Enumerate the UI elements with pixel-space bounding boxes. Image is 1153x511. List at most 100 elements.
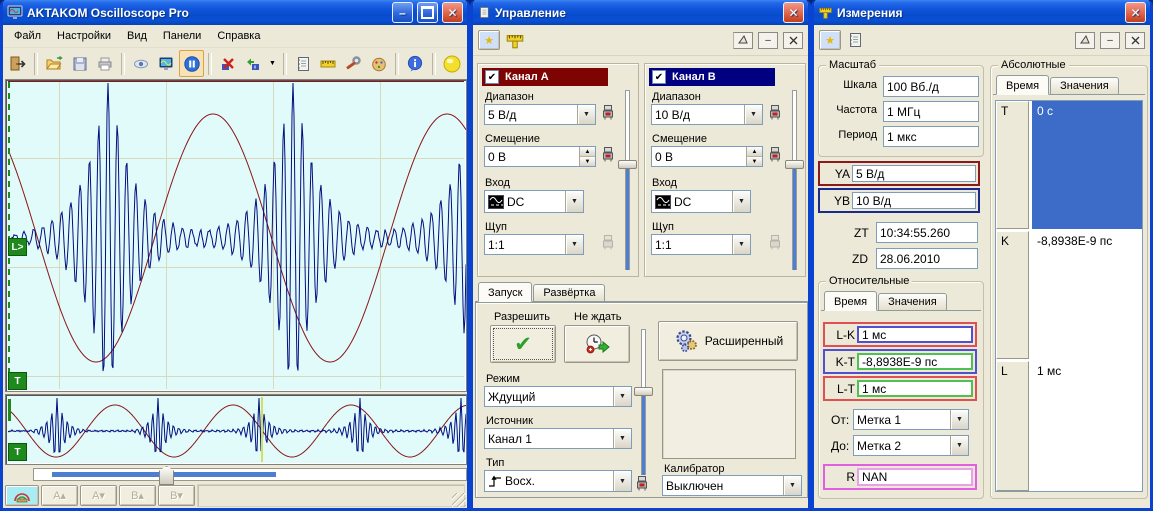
journal-button[interactable] <box>291 50 315 77</box>
pin-panel-button[interactable]: ★ <box>478 30 500 50</box>
absolute-tab-values[interactable]: Значения <box>1050 77 1119 94</box>
menu-panels[interactable]: Панели <box>156 28 208 44</box>
type-combo[interactable]: Восх. ▼ <box>484 470 632 492</box>
tab-sweep[interactable]: Развёртка <box>533 284 605 301</box>
palette-button[interactable] <box>367 50 391 77</box>
offset-auto-icon[interactable] <box>601 146 615 163</box>
add-marker-button[interactable] <box>241 50 265 77</box>
exit-button[interactable] <box>6 50 30 77</box>
left-edge-cursor[interactable] <box>8 82 10 389</box>
row-t-value[interactable]: 0 с <box>1032 101 1142 229</box>
add-marker-dropdown[interactable]: ▼ <box>266 50 279 77</box>
extended-trigger-button[interactable]: Расширенный <box>658 321 798 361</box>
period-value-field[interactable]: 1 мкс <box>883 126 979 147</box>
open-button[interactable] <box>42 50 66 77</box>
panel-float-button[interactable] <box>1075 32 1095 49</box>
nowait-button[interactable] <box>564 325 630 363</box>
delete-marker-button[interactable] <box>216 50 240 77</box>
channel-b-range-combo[interactable]: 10 В/д▼ <box>651 104 763 125</box>
pin-panel-button[interactable]: ★ <box>819 30 841 50</box>
dropdown-icon[interactable]: ▼ <box>744 105 762 124</box>
channel-b-checkbox[interactable]: ✔ <box>652 70 666 84</box>
offset-spinner[interactable]: ▲▼ <box>579 147 595 166</box>
trigger-auto-icon[interactable] <box>635 475 649 492</box>
from-combo[interactable]: Метка 1▼ <box>853 409 969 430</box>
measure-link-button[interactable] <box>505 30 525 50</box>
control-titlebar[interactable]: Управление ✕ <box>473 0 808 25</box>
dropdown-icon[interactable]: ▼ <box>565 235 583 254</box>
panel-close-button[interactable] <box>783 32 803 49</box>
tab-start[interactable]: Запуск <box>478 282 532 302</box>
dropdown-icon[interactable]: ▼ <box>613 471 631 491</box>
channel-a-up-button[interactable]: A▴ <box>41 485 78 506</box>
menu-help[interactable]: Справка <box>210 28 267 44</box>
screen-button[interactable] <box>154 50 178 77</box>
panel-minimize-button[interactable]: – <box>758 32 778 49</box>
measure-panel-button[interactable] <box>316 50 340 77</box>
offset-auto-icon[interactable] <box>768 146 782 163</box>
row-l-value[interactable]: 1 мс <box>1032 361 1142 491</box>
dropdown-icon[interactable]: ▼ <box>613 387 631 406</box>
channel-a-checkbox[interactable]: ✔ <box>485 70 499 84</box>
channel-b-up-button[interactable]: B▴ <box>119 485 156 506</box>
channel-a-offset-field[interactable]: 0 В ▲▼ <box>484 146 596 167</box>
trigger-t-badge-preview[interactable]: T <box>8 443 27 461</box>
channel-b-offset-field[interactable]: 0 В ▲▼ <box>651 146 763 167</box>
range-auto-icon[interactable] <box>601 104 615 121</box>
close-button[interactable]: ✕ <box>442 2 463 23</box>
minimize-button[interactable]: – <box>392 2 413 23</box>
scroll-track[interactable] <box>33 468 467 481</box>
scale-value-field[interactable]: 100 Вб./д <box>883 76 979 97</box>
dropdown-icon[interactable]: ▼ <box>950 410 968 429</box>
palette-status-button[interactable] <box>5 485 39 506</box>
print-button[interactable] <box>93 50 117 77</box>
trigger-level-slider-thumb[interactable] <box>634 387 653 396</box>
channel-a-input-combo[interactable]: DC ▼ <box>484 190 584 213</box>
journal-link-button[interactable] <box>846 31 864 49</box>
mode-combo[interactable]: Ждущий▼ <box>484 386 632 407</box>
main-titlebar[interactable]: AKTAKOM Oscilloscope Pro – ✕ <box>3 0 467 25</box>
panel-minimize-button[interactable]: – <box>1100 32 1120 49</box>
dropdown-icon[interactable]: ▼ <box>613 429 631 448</box>
to-combo[interactable]: Метка 2▼ <box>853 435 969 456</box>
zd-value-field[interactable]: 28.06.2010 <box>876 248 978 269</box>
calibrator-combo[interactable]: Выключен▼ <box>662 475 802 496</box>
tools-button[interactable] <box>341 50 365 77</box>
relative-tab-time[interactable]: Время <box>824 291 877 311</box>
trigger-t-badge-main[interactable]: T <box>8 372 27 390</box>
scope-main-display[interactable]: L> T <box>5 79 467 392</box>
frequency-value-field[interactable]: 1 МГц <box>883 101 979 122</box>
source-combo[interactable]: Канал 1▼ <box>484 428 632 449</box>
panel-float-button[interactable] <box>733 32 753 49</box>
view-button[interactable] <box>129 50 153 77</box>
absolute-tab-time[interactable]: Время <box>996 75 1049 95</box>
measure-titlebar[interactable]: Измерения ✕ <box>814 0 1150 25</box>
channel-b-probe-combo[interactable]: 1:1▼ <box>651 234 751 255</box>
dropdown-icon[interactable]: ▼ <box>732 235 750 254</box>
zt-value-field[interactable]: 10:34:55.260 <box>876 222 978 243</box>
dropdown-icon[interactable]: ▼ <box>950 436 968 455</box>
row-k-value[interactable]: -8,8938E-9 пс <box>1032 231 1142 359</box>
channel-a-offset-slider-thumb[interactable] <box>618 160 637 169</box>
absolute-list[interactable]: T 0 с K -8,8938E-9 пс L 1 мс <box>995 100 1143 492</box>
channel-a-range-combo[interactable]: 5 В/д▼ <box>484 104 596 125</box>
range-auto-icon[interactable] <box>768 104 782 121</box>
pause-button[interactable] <box>179 50 203 77</box>
dropdown-icon[interactable]: ▼ <box>565 191 583 212</box>
channel-a-down-button[interactable]: A▾ <box>80 485 117 506</box>
relative-tab-values[interactable]: Значения <box>878 293 947 310</box>
panel-close-button[interactable] <box>1125 32 1145 49</box>
close-button[interactable]: ✕ <box>1125 2 1146 23</box>
close-button[interactable]: ✕ <box>783 2 804 23</box>
channel-b-input-combo[interactable]: DC ▼ <box>651 190 751 213</box>
channel-b-down-button[interactable]: B▾ <box>158 485 195 506</box>
maximize-button[interactable] <box>417 2 438 23</box>
dropdown-icon[interactable]: ▼ <box>732 191 750 212</box>
scope-preview-display[interactable]: T <box>5 394 467 465</box>
resize-grip[interactable] <box>452 493 466 507</box>
offset-spinner[interactable]: ▲▼ <box>746 147 762 166</box>
menu-settings[interactable]: Настройки <box>50 28 118 44</box>
channel-b-offset-slider-thumb[interactable] <box>785 160 804 169</box>
enable-trigger-button[interactable]: ✔ <box>490 325 556 363</box>
menu-view[interactable]: Вид <box>120 28 154 44</box>
